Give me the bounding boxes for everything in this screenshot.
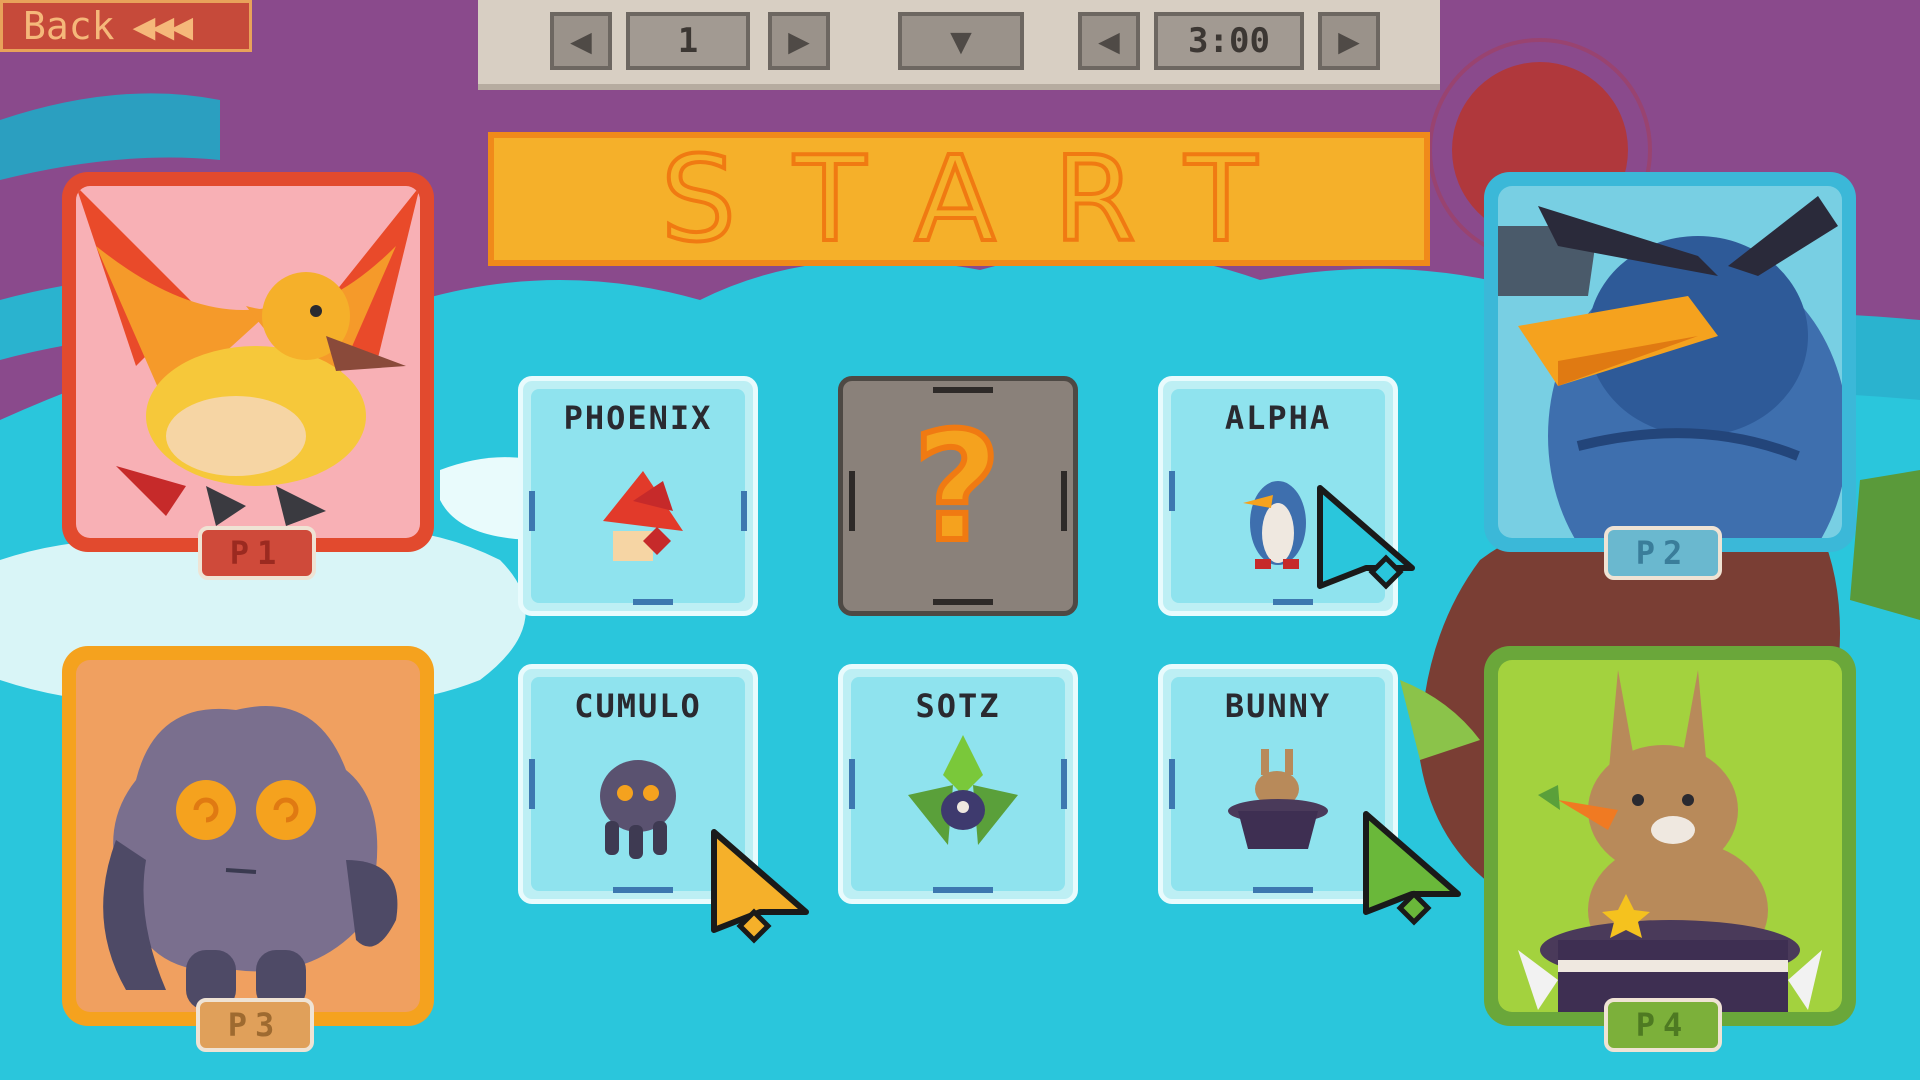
bat-sprite-icon: [908, 735, 1018, 845]
penguin-icon: [1498, 196, 1842, 538]
player-2-tag: P2: [1604, 526, 1722, 580]
penguin-sprite-icon: [1243, 481, 1306, 569]
phoenix-portrait: [76, 186, 420, 538]
bunny-sprite-icon: [1228, 749, 1328, 849]
left-arrow-icon: ◀: [1098, 20, 1120, 62]
player-3-cursor-icon: [711, 829, 809, 944]
player-3-card: [62, 646, 434, 1026]
rounds-decrease-button[interactable]: ◀: [550, 12, 612, 70]
character-name: SOTZ: [915, 687, 1001, 725]
character-name: BUNNY: [1224, 687, 1332, 725]
player-4-card: [1484, 646, 1856, 1026]
start-button[interactable]: START: [488, 128, 1430, 270]
player-2-cursor-icon: [1317, 485, 1415, 590]
player-4-cursor-icon: [1363, 811, 1461, 926]
player-3-tag: P3: [196, 998, 314, 1052]
left-arrow-icon: ◀: [570, 20, 592, 62]
timer-value: 3:00: [1154, 12, 1304, 70]
cumulo-sprite-icon: [600, 760, 676, 859]
character-name: CUMULO: [574, 687, 702, 725]
random-question-icon: ?: [910, 398, 1003, 578]
bunny-icon: [1518, 670, 1822, 1012]
player-1-card: [62, 172, 434, 552]
character-tile-random[interactable]: ?: [838, 376, 1078, 616]
character-name: PHOENIX: [563, 399, 713, 437]
timer-increase-button[interactable]: ▶: [1318, 12, 1380, 70]
cumulo-portrait: [76, 660, 420, 1012]
back-button[interactable]: Back ◀◀◀: [0, 0, 252, 52]
timer-decrease-button[interactable]: ◀: [1078, 12, 1140, 70]
character-tile-phoenix[interactable]: PHOENIX: [518, 376, 758, 616]
rounds-value: 1: [626, 12, 750, 70]
rounds-increase-button[interactable]: ▶: [768, 12, 830, 70]
phoenix-icon: [76, 186, 420, 526]
player-2-card: [1484, 172, 1856, 552]
back-arrows-icon: ◀◀◀: [132, 4, 194, 48]
phoenix-sprite-icon: [603, 471, 683, 561]
down-arrow-icon: ▼: [950, 20, 972, 62]
right-arrow-icon: ▶: [788, 20, 810, 62]
right-arrow-icon: ▶: [1338, 20, 1360, 62]
player-4-tag: P4: [1604, 998, 1722, 1052]
character-name: ALPHA: [1224, 399, 1332, 437]
start-label: START: [659, 128, 1316, 270]
character-tile-sotz[interactable]: SOTZ: [838, 664, 1078, 904]
alpha-portrait: [1498, 186, 1842, 538]
player-1-tag: P1: [198, 526, 316, 580]
back-label: Back: [23, 4, 115, 48]
bunny-portrait: [1498, 660, 1842, 1012]
cloud-creature-icon: [103, 706, 398, 1010]
match-settings-bar: ◀ 1 ▶ ▼ ◀ 3:00 ▶: [478, 0, 1440, 90]
stage-select-button[interactable]: ▼: [898, 12, 1024, 70]
